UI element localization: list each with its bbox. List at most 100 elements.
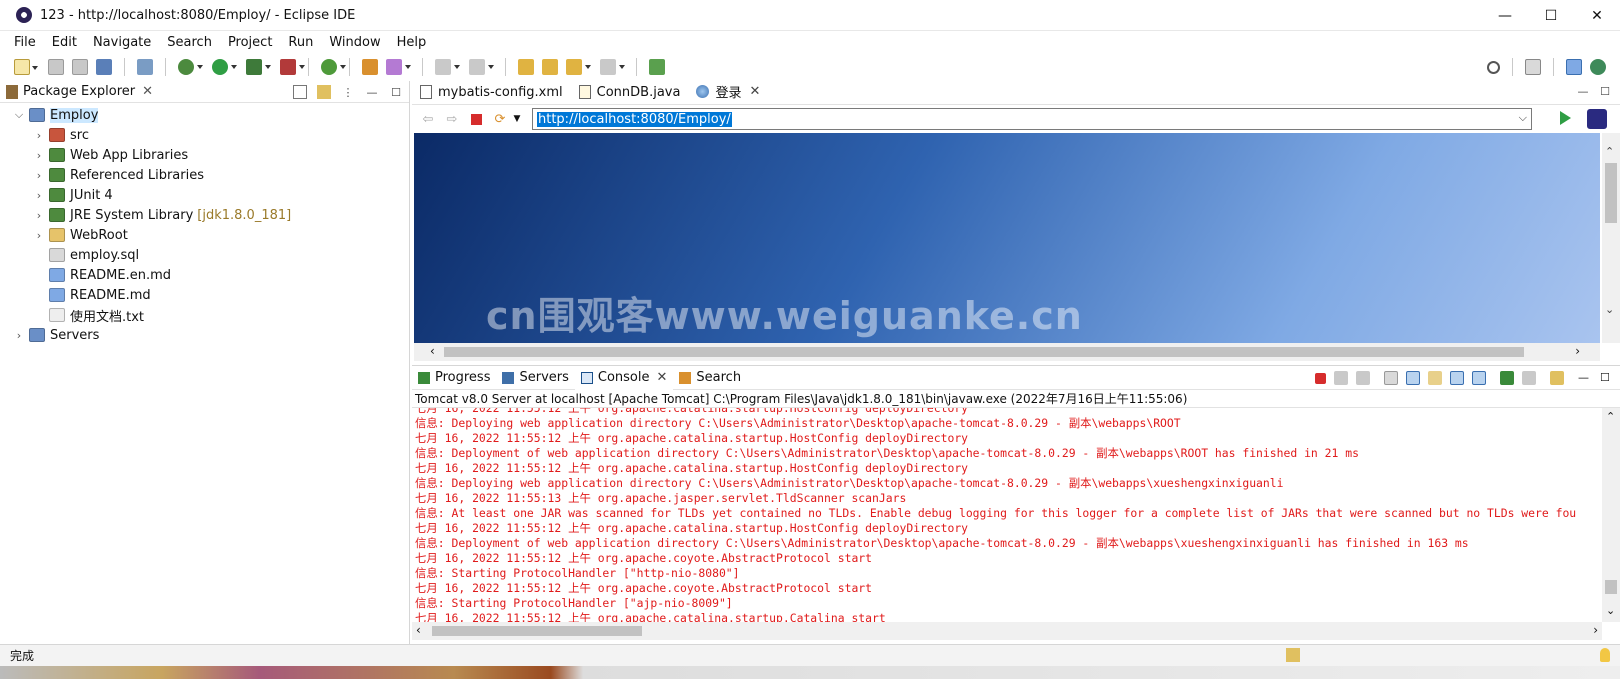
word-wrap-icon[interactable] [1428,371,1442,385]
back-icon[interactable]: ⇦ [420,111,436,127]
minimize-button[interactable]: — [1482,0,1528,31]
java-ee-perspective-icon[interactable] [1566,59,1582,75]
pin-editor-icon[interactable] [649,59,665,75]
view-menu-icon[interactable]: ⋮ [341,85,355,99]
scroll-thumb[interactable] [444,347,1524,357]
tree-item[interactable]: › Web App Libraries [0,145,409,165]
lightbulb-icon[interactable] [1600,648,1610,662]
close-button[interactable]: ✕ [1574,0,1620,31]
menu-project[interactable]: Project [220,35,280,50]
tab-search[interactable]: Search [673,366,747,390]
menu-help[interactable]: Help [389,35,435,50]
menu-navigate[interactable]: Navigate [85,35,159,50]
open-type-icon[interactable] [386,59,411,75]
chevron-right-icon[interactable]: › [12,329,26,342]
scroll-thumb[interactable] [1605,163,1617,223]
browser-horizontal-scrollbar[interactable]: ‹ › [414,343,1600,361]
chevron-right-icon[interactable]: › [1575,344,1580,358]
menu-edit[interactable]: Edit [44,35,85,50]
menu-run[interactable]: Run [280,35,321,50]
tree-item[interactable]: › Servers [0,325,409,345]
chevron-right-icon[interactable]: › [32,209,46,222]
maximize-button[interactable]: ☐ [1528,0,1574,31]
close-icon[interactable]: ✕ [749,84,760,99]
console-horizontal-scrollbar[interactable]: ‹ › [412,622,1602,640]
tree-item[interactable]: README.en.md [0,265,409,285]
menu-file[interactable]: File [6,35,44,50]
chevron-down-icon[interactable]: ▼ [512,111,522,127]
tab-console[interactable]: Console ✕ [574,365,674,390]
forward-history-icon[interactable] [566,59,591,75]
tree-item[interactable]: README.md [0,285,409,305]
show-on-stdout-icon[interactable] [1450,371,1464,385]
terminate-icon[interactable] [1315,372,1326,384]
link-with-editor-icon[interactable] [317,85,331,99]
chevron-left-icon[interactable]: ‹ [416,623,421,637]
debug-icon[interactable] [178,59,203,75]
chevron-up-icon[interactable]: ⌃ [1606,410,1615,423]
tab-login-browser[interactable]: 登录 ✕ [688,80,769,104]
save-icon[interactable] [48,59,64,75]
chevron-right-icon[interactable]: › [1593,623,1598,637]
url-input[interactable]: http://localhost:8080/Employ/ ⌵ [532,108,1532,130]
chevron-down-icon[interactable]: ⌵ [12,108,26,122]
clear-console-icon[interactable] [1384,371,1398,385]
open-perspective-icon[interactable] [1525,59,1541,75]
tree-item[interactable]: › Referenced Libraries [0,165,409,185]
go-icon[interactable] [1560,111,1571,125]
close-icon[interactable]: ✕ [657,370,668,385]
display-console-icon[interactable] [1522,371,1536,385]
external-tools-icon[interactable] [280,59,305,75]
maximize-view-icon[interactable]: ☐ [389,85,403,99]
menu-search[interactable]: Search [159,35,220,50]
browser-viewport[interactable]: cn围观客www.weiguanke.cn [414,133,1600,343]
tree-item[interactable]: › JRE System Library [jdk1.8.0_181] [0,205,409,225]
menu-window[interactable]: Window [321,35,388,50]
run-icon[interactable] [212,59,237,75]
debug-perspective-icon[interactable] [1590,59,1606,75]
remove-all-icon[interactable] [1356,371,1370,385]
search-icon[interactable] [1487,60,1500,74]
chevron-right-icon[interactable]: › [32,149,46,162]
eclipse-browser-icon[interactable] [1587,109,1607,129]
close-icon[interactable]: ✕ [142,84,153,99]
minimize-view-icon[interactable]: — [365,85,379,99]
tree-item[interactable]: › WebRoot [0,225,409,245]
tab-mybatis-config[interactable]: mybatis-config.xml [412,80,571,104]
deploy-icon[interactable] [362,59,378,75]
console-vertical-scrollbar[interactable]: ⌃ ⌄ [1602,408,1620,622]
skip-breakpoints-icon[interactable] [137,59,153,75]
chevron-right-icon[interactable]: › [32,169,46,182]
back-icon[interactable] [542,59,558,75]
status-indicator-icon[interactable] [1286,648,1300,662]
chevron-down-icon[interactable]: ⌄ [1605,303,1614,316]
console-output[interactable]: 七月 16, 2022 11:55:12 上午 org.apache.catal… [412,408,1602,622]
tree-item[interactable]: › JUnit 4 [0,185,409,205]
stop-icon[interactable] [468,111,484,127]
tree-item[interactable]: employ.sql [0,245,409,265]
save-all-icon[interactable] [72,59,88,75]
new-icon[interactable] [14,59,38,75]
chevron-down-icon[interactable]: ⌵ [1519,111,1527,125]
tab-progress[interactable]: Progress [412,366,496,390]
new-java-class-icon[interactable] [321,59,346,75]
browser-vertical-scrollbar[interactable]: ⌃ ⌄ [1602,133,1620,343]
maximize-view-icon[interactable]: ☐ [1598,85,1612,98]
maximize-view-icon[interactable]: ☐ [1600,371,1614,385]
prev-annotation-icon[interactable] [435,59,460,75]
tab-package-explorer[interactable]: Package Explorer ✕ [0,81,159,103]
pin-console-icon[interactable] [1500,371,1514,385]
minimize-view-icon[interactable]: — [1576,85,1590,98]
chevron-right-icon[interactable]: › [32,189,46,202]
forward-icon[interactable] [600,59,625,75]
run-server-icon[interactable] [246,59,271,75]
collapse-all-icon[interactable] [293,85,307,99]
open-console-icon[interactable] [96,59,112,75]
chevron-right-icon[interactable]: › [32,129,46,142]
remove-launch-icon[interactable] [1334,371,1348,385]
next-annotation-icon[interactable] [469,59,494,75]
scroll-thumb[interactable] [1605,580,1617,594]
show-on-stderr-icon[interactable] [1472,371,1486,385]
chevron-right-icon[interactable]: › [32,229,46,242]
tree-item[interactable]: › src [0,125,409,145]
